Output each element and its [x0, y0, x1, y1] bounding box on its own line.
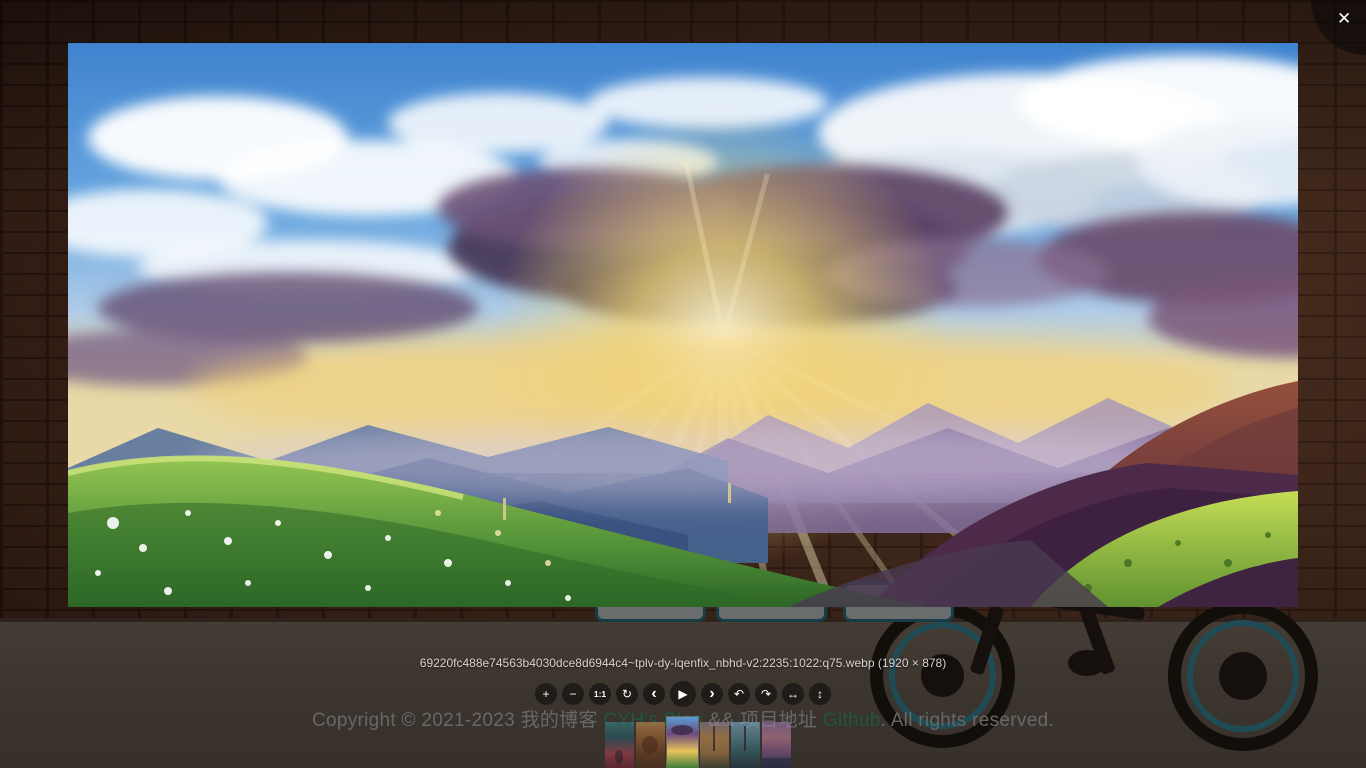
- one-to-one-icon: 1:1: [594, 683, 606, 705]
- rotate-right-icon: ↷: [761, 683, 771, 705]
- rotate-left-icon: ↶: [734, 683, 744, 705]
- zoom-in-button[interactable]: +: [535, 683, 557, 705]
- rotate-right-button[interactable]: ↷: [755, 683, 777, 705]
- play-icon: ▶: [678, 683, 687, 705]
- flip-horizontal-button[interactable]: ↔: [782, 683, 804, 705]
- thumbnail-navbar: [15, 717, 1366, 768]
- thumbnail-5-blue-palms[interactable]: [731, 722, 760, 768]
- zoom-out-icon: −: [569, 683, 576, 705]
- close-icon: ✕: [1337, 10, 1351, 27]
- chevron-right-icon: ›: [709, 683, 714, 705]
- one-to-one-button[interactable]: 1:1: [589, 683, 611, 705]
- play-button[interactable]: ▶: [670, 681, 696, 707]
- viewer-image[interactable]: [68, 43, 1298, 607]
- thumbnail-6-purple-sea[interactable]: [762, 722, 791, 768]
- thumbnail-1-sunset-silhouette[interactable]: [605, 722, 634, 768]
- flip-horizontal-icon: ↔: [787, 683, 799, 705]
- chevron-left-icon: ‹: [651, 683, 656, 705]
- viewer-toolbar: + − 1:1 ↻ ‹ ▶ › ↶ ↷ ↔ ↕: [0, 681, 1366, 707]
- zoom-in-icon: +: [542, 683, 549, 705]
- landscape-photo: [68, 43, 1298, 607]
- reset-icon: ↻: [622, 683, 632, 705]
- reset-button[interactable]: ↻: [616, 683, 638, 705]
- next-button[interactable]: ›: [701, 683, 723, 705]
- thumbnail-4-golden-palms[interactable]: [700, 722, 729, 768]
- thumbnail-2-orange-rocks[interactable]: [636, 722, 665, 768]
- image-filename-caption: 69220fc488e74563b4030dce8d6944c4~tplv-dy…: [0, 656, 1366, 670]
- prev-button[interactable]: ‹: [643, 683, 665, 705]
- rotate-left-button[interactable]: ↶: [728, 683, 750, 705]
- flip-vertical-icon: ↕: [817, 683, 823, 705]
- flip-vertical-button[interactable]: ↕: [809, 683, 831, 705]
- thumbnail-3-mountain-sunburst-active[interactable]: [667, 717, 698, 768]
- zoom-out-button[interactable]: −: [562, 683, 584, 705]
